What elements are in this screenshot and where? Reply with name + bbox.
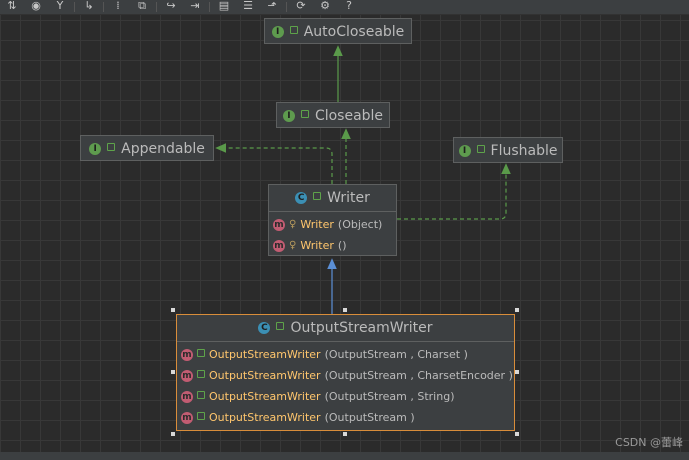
node-closeable[interactable]: I Closeable — [276, 102, 390, 128]
interface-icon: I — [271, 26, 284, 38]
lock-icon — [276, 322, 285, 330]
member-params: (OutputStream , String) — [324, 390, 455, 403]
node-writer[interactable]: C Writer m ♀ Writer (Object) m ♀ Writer … — [268, 184, 397, 256]
edge-writer-flushable — [397, 163, 511, 220]
member-row[interactable]: m OutputStreamWriter (OutputStream , Str… — [177, 386, 514, 407]
lock-icon — [313, 192, 322, 200]
node-title: Writer — [327, 190, 370, 206]
node-flushable[interactable]: I Flushable — [453, 137, 563, 163]
member-row[interactable]: m OutputStreamWriter (OutputStream , Cha… — [177, 365, 514, 386]
member-name: Writer — [300, 239, 334, 252]
node-title: AutoCloseable — [303, 24, 405, 40]
member-params: (OutputStream , Charset ) — [324, 348, 468, 361]
interface-icon: I — [282, 110, 295, 122]
node-title: OutputStreamWriter — [290, 320, 433, 336]
resize-handle[interactable] — [343, 432, 347, 436]
resize-handle[interactable] — [343, 308, 347, 312]
lock-icon — [289, 26, 298, 34]
members-list: m ♀ Writer (Object) m ♀ Writer () — [269, 211, 396, 258]
lock-icon — [107, 143, 116, 151]
resize-handle[interactable] — [515, 370, 519, 374]
interface-icon: I — [89, 143, 102, 155]
node-outputstreamwriter[interactable]: C OutputStreamWriter m OutputStreamWrite… — [176, 314, 515, 431]
member-params: (OutputStream ) — [324, 411, 415, 424]
method-icon: m — [181, 369, 193, 382]
member-row[interactable]: m OutputStreamWriter (OutputStream , Cha… — [177, 344, 514, 365]
node-appendable[interactable]: I Appendable — [80, 135, 214, 161]
resize-handle[interactable] — [171, 370, 175, 374]
resize-handle[interactable] — [515, 432, 519, 436]
member-name: OutputStreamWriter — [209, 390, 321, 403]
resize-handle[interactable] — [171, 308, 175, 312]
node-autocloseable[interactable]: I AutoCloseable — [264, 18, 412, 44]
node-title: Closeable — [314, 108, 384, 124]
members-list: m OutputStreamWriter (OutputStream , Cha… — [177, 341, 514, 430]
node-title: Flushable — [490, 143, 558, 159]
member-row[interactable]: m OutputStreamWriter (OutputStream ) — [177, 407, 514, 428]
edge-writer-appendable — [215, 143, 333, 184]
key-icon: ♀ — [289, 240, 297, 251]
lock-icon — [300, 110, 309, 118]
member-params: (Object) — [337, 218, 383, 231]
lock-icon — [476, 145, 485, 153]
member-name: Writer — [300, 218, 334, 231]
lock-icon — [197, 369, 205, 378]
lock-icon — [197, 411, 205, 420]
method-icon: m — [181, 390, 193, 403]
watermark: CSDN @蕾峰 — [615, 436, 683, 449]
status-bar — [0, 452, 689, 460]
method-icon: m — [273, 218, 285, 231]
resize-handle[interactable] — [171, 432, 175, 436]
member-row[interactable]: m ♀ Writer (Object) — [269, 214, 396, 235]
member-name: OutputStreamWriter — [209, 411, 321, 424]
member-params: (OutputStream , CharsetEncoder ) — [324, 369, 513, 382]
method-icon: m — [181, 411, 193, 424]
abstract-class-icon: C — [295, 192, 308, 204]
lock-icon — [197, 348, 205, 357]
key-icon: ♀ — [289, 219, 297, 230]
member-params: () — [337, 239, 347, 252]
class-icon: C — [258, 322, 271, 334]
node-title: Appendable — [121, 141, 205, 157]
member-row[interactable]: m ♀ Writer () — [269, 235, 396, 256]
resize-handle[interactable] — [515, 308, 519, 312]
method-icon: m — [181, 348, 193, 361]
member-name: OutputStreamWriter — [209, 369, 321, 382]
member-name: OutputStreamWriter — [209, 348, 321, 361]
method-icon: m — [273, 239, 285, 252]
lock-icon — [197, 390, 205, 399]
interface-icon: I — [458, 145, 471, 157]
